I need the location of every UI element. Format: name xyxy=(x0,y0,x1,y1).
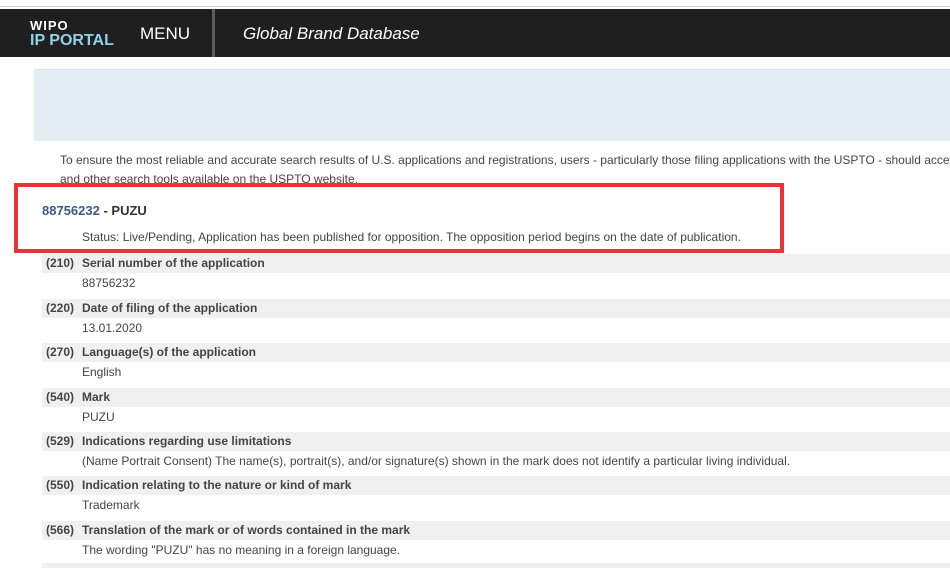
field-label: Mark xyxy=(82,390,111,404)
field-use-limitations: (529) Indications regarding use limitati… xyxy=(42,432,950,476)
field-code: (270) xyxy=(46,345,75,359)
title-separator: - xyxy=(99,203,112,218)
menu-button[interactable]: MENU xyxy=(140,24,190,44)
top-strip-line xyxy=(0,6,950,7)
field-value: The wording "PUZU" has no meaning in a f… xyxy=(82,543,401,557)
field-translation: (566) Translation of the mark or of word… xyxy=(42,521,950,565)
field-code: (529) xyxy=(46,434,75,448)
next-field-header xyxy=(42,563,950,568)
mark-name: PUZU xyxy=(111,203,147,218)
serial-number-link[interactable]: 88756232 xyxy=(42,203,100,218)
field-code: (550) xyxy=(46,478,75,492)
field-mark-kind: (550) Indication relating to the nature … xyxy=(42,476,950,520)
field-value: 13.01.2020 xyxy=(82,321,143,335)
logo-ip-portal-text: IP PORTAL xyxy=(30,32,114,49)
info-banner xyxy=(34,69,950,141)
wipo-ip-portal-logo[interactable]: WIPO IP PORTAL xyxy=(30,19,120,53)
field-label: Indications regarding use limitations xyxy=(82,434,292,448)
top-navigation-bar: WIPO IP PORTAL MENU Global Brand Databas… xyxy=(0,9,950,57)
field-value: 88756232 xyxy=(82,276,136,290)
page: WIPO IP PORTAL MENU Global Brand Databas… xyxy=(0,0,950,568)
field-label: Translation of the mark or of words cont… xyxy=(82,523,411,537)
field-header xyxy=(42,388,950,407)
uspto-notice-line-1: To ensure the most reliable and accurate… xyxy=(60,153,950,167)
field-label: Language(s) of the application xyxy=(82,345,257,359)
field-label: Serial number of the application xyxy=(82,256,265,270)
field-code: (566) xyxy=(46,523,75,537)
field-serial-number: (210) Serial number of the application 8… xyxy=(42,254,950,298)
field-filing-date: (220) Date of filing of the application … xyxy=(42,299,950,343)
result-title: 88756232 - PUZU xyxy=(42,203,147,219)
top-strip xyxy=(0,0,950,8)
field-code: (210) xyxy=(46,256,75,270)
field-value: Trademark xyxy=(82,498,140,512)
field-label: Date of filing of the application xyxy=(82,301,258,315)
field-mark: (540) Mark PUZU xyxy=(42,388,950,432)
status-text: Status: Live/Pending, Application has be… xyxy=(82,230,741,244)
field-label: Indication relating to the nature or kin… xyxy=(82,478,352,492)
field-language: (270) Language(s) of the application Eng… xyxy=(42,343,950,387)
database-title: Global Brand Database xyxy=(243,24,420,43)
field-value: PUZU xyxy=(82,410,115,424)
field-code: (540) xyxy=(46,390,75,404)
header-divider xyxy=(212,9,215,57)
field-value: English xyxy=(82,365,122,379)
field-value: (Name Portrait Consent) The name(s), por… xyxy=(82,454,791,468)
logo-wipo-text: WIPO xyxy=(30,18,69,33)
field-code: (220) xyxy=(46,301,75,315)
